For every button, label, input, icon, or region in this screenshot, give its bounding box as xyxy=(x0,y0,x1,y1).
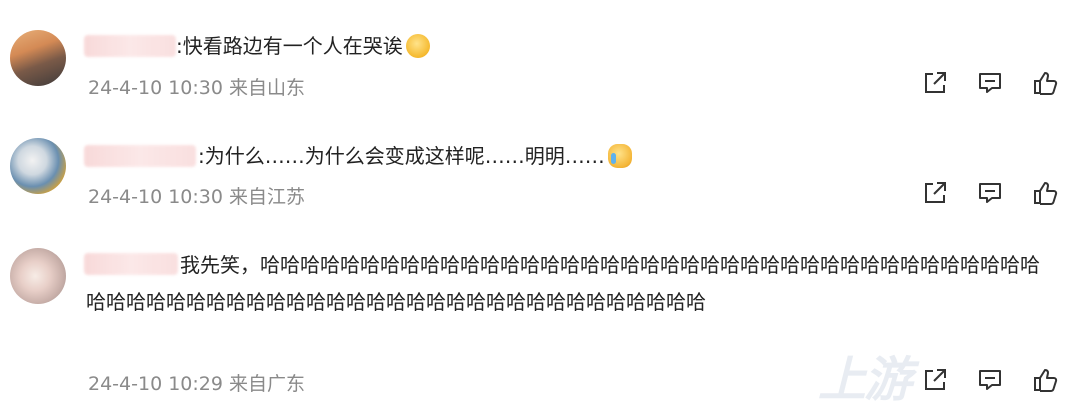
comment-meta: 24-4-10 10:30 来自山东 xyxy=(88,73,305,100)
username-blurred[interactable] xyxy=(84,145,196,167)
share-icon xyxy=(925,72,946,93)
comment-meta: 24-4-10 10:29 来自广东 xyxy=(88,369,305,396)
comment-text: :快看路边有一个人在哭诶 xyxy=(176,28,430,64)
thumbs-up-icon xyxy=(1034,72,1058,95)
comment-item: :为什么……为什么会变成这样呢……明明…… 24-4-10 10:30 来自江苏 xyxy=(0,110,1080,220)
comment-location: 来自山东 xyxy=(229,77,306,99)
comment-text: 我先笑，哈哈哈哈哈哈哈哈哈哈哈哈哈哈哈哈哈哈哈哈哈哈哈哈哈哈哈哈哈哈哈哈哈哈哈哈… xyxy=(86,247,1056,321)
username-blurred[interactable] xyxy=(84,35,176,57)
comment-item: :快看路边有一个人在哭诶 24-4-10 10:30 来自山东 xyxy=(0,0,1080,110)
comment-meta: 24-4-10 10:30 来自江苏 xyxy=(88,182,305,209)
comment-icon xyxy=(979,183,1001,203)
share-button[interactable] xyxy=(920,178,950,208)
comment-location: 来自广东 xyxy=(229,373,306,395)
comment-text-content: 我先笑，哈哈哈哈哈哈哈哈哈哈哈哈哈哈哈哈哈哈哈哈哈哈哈哈哈哈哈哈哈哈哈哈哈哈哈哈… xyxy=(86,253,1040,314)
comment-location: 来自江苏 xyxy=(229,186,306,208)
comment-text-content: :为什么……为什么会变成这样呢……明明…… xyxy=(198,144,605,168)
avatar[interactable] xyxy=(10,248,66,304)
comment-actions xyxy=(920,68,1060,98)
crying-duck-emoji-icon xyxy=(607,144,632,168)
comment-text: :为什么……为什么会变成这样呢……明明…… xyxy=(198,138,632,174)
comment-text-content: :快看路边有一个人在哭诶 xyxy=(176,34,403,58)
comment-actions xyxy=(920,178,1060,208)
like-button[interactable] xyxy=(1030,68,1060,98)
avatar[interactable] xyxy=(10,138,66,194)
comment-button[interactable] xyxy=(975,178,1005,208)
share-button[interactable] xyxy=(920,68,950,98)
grin-emoji-icon xyxy=(405,34,430,58)
comment-date: 24-4-10 10:30 xyxy=(88,186,223,208)
watermark-logo: 上游 xyxy=(818,340,1068,408)
like-button[interactable] xyxy=(1030,178,1060,208)
comment-date: 24-4-10 10:29 xyxy=(88,373,223,395)
comment-button[interactable] xyxy=(975,68,1005,98)
comment-icon xyxy=(979,73,1001,93)
avatar[interactable] xyxy=(10,30,66,86)
share-icon xyxy=(925,182,946,203)
thumbs-up-icon xyxy=(1034,182,1058,205)
watermark-text: 上游 xyxy=(818,352,912,408)
comment-date: 24-4-10 10:30 xyxy=(88,77,223,99)
